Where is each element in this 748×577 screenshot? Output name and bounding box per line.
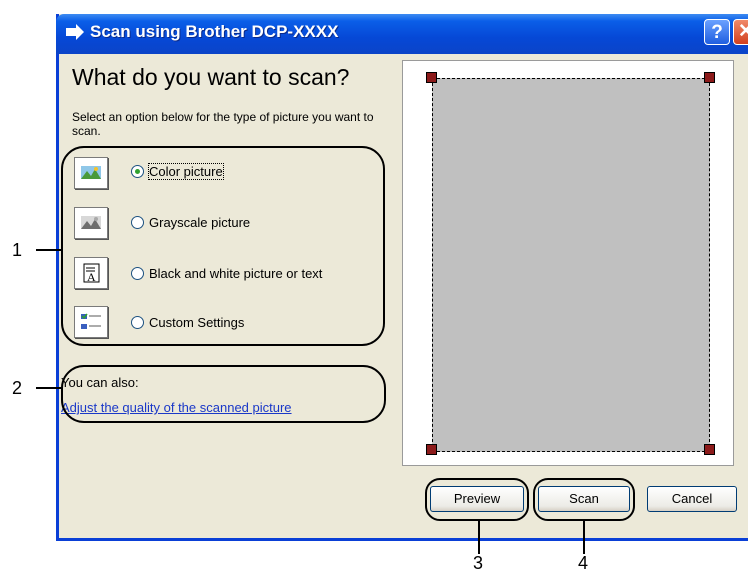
page-title: What do you want to scan? [72, 64, 350, 90]
grayscale-picture-radio[interactable] [131, 216, 144, 229]
callout-number-4: 4 [578, 553, 589, 573]
scan-area[interactable] [432, 78, 710, 452]
callout-number-2: 2 [12, 378, 23, 398]
cancel-button[interactable]: Cancel [647, 486, 737, 512]
color-picture-radio[interactable] [131, 165, 144, 178]
help-button[interactable]: ? [704, 19, 730, 45]
callout-number-3: 3 [473, 553, 484, 573]
scanner-arrow-icon [66, 24, 84, 40]
callout-number-1: 1 [12, 240, 23, 260]
selection-handle-top-left[interactable] [426, 72, 437, 83]
color-picture-icon[interactable] [74, 157, 108, 189]
scan-button[interactable]: Scan [538, 486, 630, 512]
bw-picture-text-icon[interactable]: A [74, 257, 108, 289]
preview-button[interactable]: Preview [430, 486, 524, 512]
instructions-text: Select an option below for the type of p… [72, 110, 374, 138]
also-label: You can also: [61, 375, 139, 390]
selection-handle-top-right[interactable] [704, 72, 715, 83]
option-label-bw-picture-text[interactable]: Black and white picture or text [149, 266, 322, 281]
grayscale-picture-icon[interactable] [74, 207, 108, 239]
option-label-custom-settings[interactable]: Custom Settings [149, 315, 244, 330]
bw-picture-text-radio[interactable] [131, 267, 144, 280]
window-title: Scan using Brother DCP-XXXX [90, 22, 339, 41]
close-button[interactable]: ✕ [733, 19, 748, 45]
svg-text:A: A [87, 270, 96, 284]
option-label-color-picture[interactable]: Color picture [148, 163, 224, 180]
selection-handle-bottom-right[interactable] [704, 444, 715, 455]
custom-settings-radio[interactable] [131, 316, 144, 329]
custom-settings-icon[interactable] [74, 306, 108, 338]
adjust-quality-link[interactable]: Adjust the quality of the scanned pictur… [61, 400, 292, 415]
selection-handle-bottom-left[interactable] [426, 444, 437, 455]
option-label-grayscale-picture[interactable]: Grayscale picture [149, 215, 250, 230]
